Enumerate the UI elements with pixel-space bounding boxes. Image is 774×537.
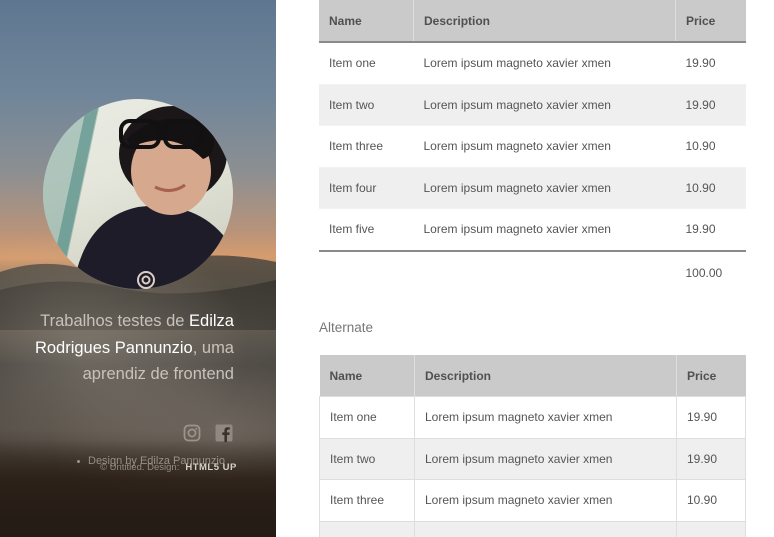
sidebar: Trabalhos testes de Edilza Rodrigues Pan…	[0, 0, 276, 537]
shell-icon	[137, 271, 155, 289]
cell-description: Lorem ipsum magneto xavier xmen	[413, 84, 676, 126]
table-row: Item one Lorem ipsum magneto xavier xmen…	[319, 396, 746, 439]
table-row: Item three Lorem ipsum magneto xavier xm…	[319, 125, 746, 168]
table-row: Item four Lorem ipsum magneto xavier xme…	[319, 167, 746, 209]
cell-description: Lorem ipsum magneto xavier xmen	[414, 479, 677, 522]
instagram-icon[interactable]	[183, 424, 201, 442]
cell-name: Item one	[319, 42, 414, 85]
cell-name: Item two	[319, 84, 414, 126]
header-price: Price	[676, 355, 746, 397]
credits-bullet	[77, 460, 80, 463]
cell-name: Item three	[319, 479, 415, 522]
cell-price: 19.90	[675, 84, 746, 126]
cell-description	[414, 520, 677, 537]
intro-prefix: Trabalhos testes de	[40, 312, 185, 330]
table-total: 100.00	[675, 250, 746, 294]
table-header-row: Name Description Price	[319, 0, 746, 42]
cell-price	[676, 520, 746, 537]
avatar-photo	[43, 99, 233, 289]
cell-description: Lorem ipsum magneto xavier xmen	[413, 208, 676, 251]
html5up-link[interactable]: HTML5 UP	[185, 462, 237, 473]
cell-name: Item three	[319, 125, 414, 168]
cell-name	[319, 520, 415, 537]
cell-price: 10.90	[675, 125, 746, 168]
footer-empty	[413, 250, 676, 294]
social-icons	[183, 424, 233, 442]
cell-price: 10.90	[675, 167, 746, 209]
cell-description: Lorem ipsum magneto xavier xmen	[413, 42, 676, 85]
alternate-heading: Alternate	[319, 320, 374, 335]
table-header-row: Name Description Price	[319, 355, 746, 397]
cell-description: Lorem ipsum magneto xavier xmen	[414, 396, 677, 439]
facebook-icon[interactable]	[215, 424, 233, 442]
main-content: Name Description Price Item one Lorem ip…	[319, 0, 746, 294]
cell-price: 19.90	[675, 208, 746, 251]
table-row	[319, 520, 746, 537]
cell-name: Item two	[319, 437, 415, 480]
table-row: Item five Lorem ipsum magneto xavier xme…	[319, 208, 746, 251]
alternate-table-wrapper: Name Description Price Item one Lorem ip…	[319, 355, 746, 537]
cell-price: 10.90	[676, 479, 746, 522]
header-description: Description	[413, 0, 676, 42]
cell-price: 19.90	[676, 437, 746, 480]
table-footer-row: 100.00	[319, 250, 746, 294]
credits-copyright-text: © Untitled. Design:	[100, 462, 180, 473]
cell-price: 19.90	[675, 42, 746, 85]
table-row: Item two Lorem ipsum magneto xavier xmen…	[319, 84, 746, 126]
cell-description: Lorem ipsum magneto xavier xmen	[413, 125, 676, 168]
table-row: Item three Lorem ipsum magneto xavier xm…	[319, 479, 746, 522]
header-name: Name	[319, 0, 414, 42]
credits-copyright: © Untitled. Design: HTML5 UP	[100, 462, 237, 473]
header-name: Name	[319, 355, 415, 397]
default-table: Name Description Price Item one Lorem ip…	[319, 0, 746, 294]
cell-name: Item four	[319, 167, 414, 209]
header-description: Description	[414, 355, 677, 397]
cell-price: 19.90	[676, 396, 746, 439]
header-price: Price	[675, 0, 746, 42]
table-row: Item one Lorem ipsum magneto xavier xmen…	[319, 42, 746, 85]
alternate-table: Name Description Price Item one Lorem ip…	[319, 355, 746, 537]
cell-description: Lorem ipsum magneto xavier xmen	[414, 437, 677, 480]
intro-text: Trabalhos testes de Edilza Rodrigues Pan…	[34, 308, 234, 388]
table-row: Item two Lorem ipsum magneto xavier xmen…	[319, 437, 746, 480]
cell-name: Item five	[319, 208, 414, 251]
avatar	[43, 99, 233, 289]
cell-name: Item one	[319, 396, 415, 439]
cell-description: Lorem ipsum magneto xavier xmen	[413, 167, 676, 209]
footer-empty	[319, 250, 414, 294]
